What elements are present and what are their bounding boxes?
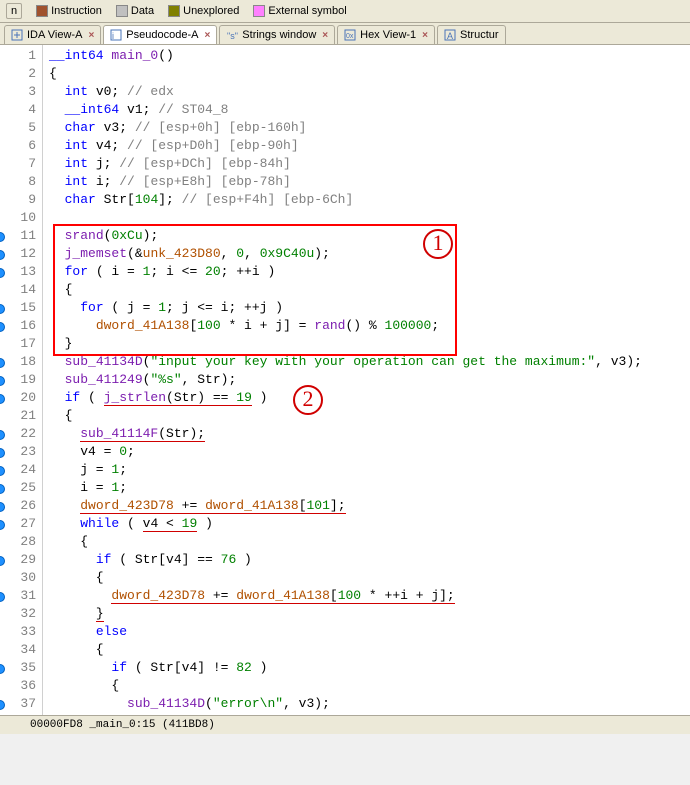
- line-number[interactable]: 2: [0, 65, 42, 83]
- tab-pseudocode[interactable]: iPseudocode-A×: [103, 25, 217, 44]
- line-gutter: 1234567891011121314151617181920212223242…: [0, 45, 43, 715]
- line-number[interactable]: 29: [0, 551, 42, 569]
- ida-icon: [11, 29, 23, 41]
- line-number[interactable]: 16: [0, 317, 42, 335]
- annotation-circle-1: 1: [423, 229, 453, 259]
- line-number[interactable]: 34: [0, 641, 42, 659]
- close-icon[interactable]: ×: [204, 30, 210, 41]
- line-number[interactable]: 22: [0, 425, 42, 443]
- tab-bar: IDA View-A× iPseudocode-A× "s"Strings wi…: [0, 23, 690, 45]
- line-number[interactable]: 20: [0, 389, 42, 407]
- legend-external: External symbol: [253, 5, 346, 17]
- line-number[interactable]: 6: [0, 137, 42, 155]
- line-number[interactable]: 4: [0, 101, 42, 119]
- swatch-icon: [253, 5, 265, 17]
- line-number[interactable]: 13: [0, 263, 42, 281]
- tab-strings[interactable]: "s"Strings window×: [219, 25, 335, 44]
- close-icon[interactable]: ×: [322, 30, 328, 41]
- main-area: 1234567891011121314151617181920212223242…: [0, 45, 690, 715]
- line-number[interactable]: 8: [0, 173, 42, 191]
- struct-icon: A: [444, 29, 456, 41]
- line-number[interactable]: 26: [0, 497, 42, 515]
- svg-text:i: i: [112, 31, 114, 41]
- line-number[interactable]: 24: [0, 461, 42, 479]
- line-number[interactable]: 31: [0, 587, 42, 605]
- legend-unexplored: Unexplored: [168, 5, 239, 17]
- line-number[interactable]: 7: [0, 155, 42, 173]
- line-number[interactable]: 10: [0, 209, 42, 227]
- line-number[interactable]: 17: [0, 335, 42, 353]
- legend-instruction: Instruction: [36, 5, 102, 17]
- line-number[interactable]: 30: [0, 569, 42, 587]
- line-number[interactable]: 15: [0, 299, 42, 317]
- svg-text:0x: 0x: [346, 33, 354, 40]
- swatch-icon: [116, 5, 128, 17]
- annotation-circle-2: 2: [293, 385, 323, 415]
- line-number[interactable]: 19: [0, 371, 42, 389]
- tab-structures[interactable]: AStructur: [437, 25, 506, 44]
- line-number[interactable]: 28: [0, 533, 42, 551]
- hex-icon: 0x: [344, 29, 356, 41]
- legend-toolbar: n Instruction Data Unexplored External s…: [0, 0, 690, 23]
- pseudo-icon: i: [110, 29, 122, 41]
- line-number[interactable]: 21: [0, 407, 42, 425]
- swatch-icon: [168, 5, 180, 17]
- line-number[interactable]: 25: [0, 479, 42, 497]
- line-number[interactable]: 33: [0, 623, 42, 641]
- line-number[interactable]: 11: [0, 227, 42, 245]
- line-number[interactable]: 1: [0, 47, 42, 65]
- line-number[interactable]: 32: [0, 605, 42, 623]
- tab-ida-view[interactable]: IDA View-A×: [4, 25, 101, 44]
- line-number[interactable]: 12: [0, 245, 42, 263]
- line-number[interactable]: 14: [0, 281, 42, 299]
- annotation-box-1: [53, 224, 457, 356]
- line-number[interactable]: 27: [0, 515, 42, 533]
- svg-text:"s": "s": [227, 31, 238, 41]
- line-number[interactable]: 35: [0, 659, 42, 677]
- line-number[interactable]: 9: [0, 191, 42, 209]
- line-number[interactable]: 36: [0, 677, 42, 695]
- svg-text:A: A: [447, 31, 453, 41]
- close-icon[interactable]: ×: [88, 30, 94, 41]
- strings-icon: "s": [226, 29, 238, 41]
- status-bar: 00000FD8 _main_0:15 (411BD8): [0, 715, 690, 734]
- code-editor[interactable]: __int64 main_0() { int v0; // edx __int6…: [43, 45, 690, 715]
- tab-hex-view[interactable]: 0xHex View-1×: [337, 25, 435, 44]
- line-number[interactable]: 23: [0, 443, 42, 461]
- line-number[interactable]: 18: [0, 353, 42, 371]
- close-icon[interactable]: ×: [422, 30, 428, 41]
- legend-data: Data: [116, 5, 154, 17]
- line-number[interactable]: 3: [0, 83, 42, 101]
- line-number[interactable]: 5: [0, 119, 42, 137]
- line-number[interactable]: 37: [0, 695, 42, 713]
- toolbar-button[interactable]: n: [6, 3, 22, 19]
- swatch-icon: [36, 5, 48, 17]
